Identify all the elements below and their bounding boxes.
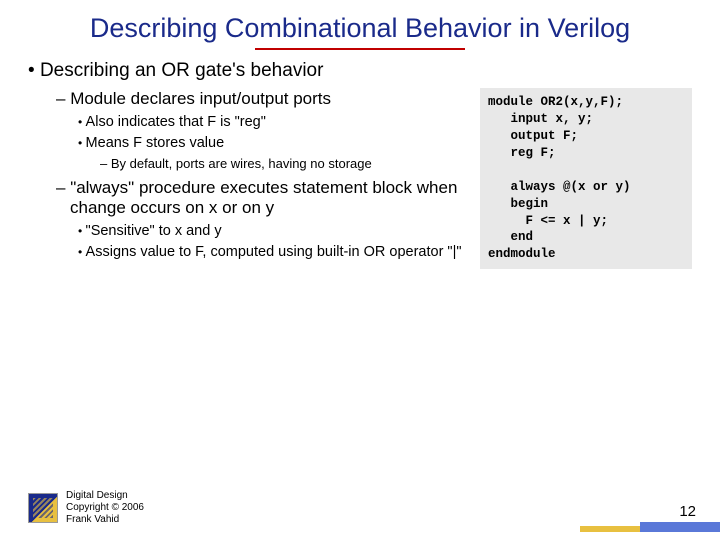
bullet-level2: "always" procedure executes statement bl… <box>56 178 462 219</box>
bullet-level4: By default, ports are wires, having no s… <box>100 156 462 172</box>
footer: Digital Design Copyright © 2006 Frank Va… <box>28 490 144 526</box>
footer-line: Copyright © 2006 <box>66 502 144 514</box>
decoration-bar <box>580 526 640 532</box>
content-area: Describing an OR gate's behavior Module … <box>0 60 720 269</box>
footer-line: Frank Vahid <box>66 514 144 526</box>
slide-title: Describing Combinational Behavior in Ver… <box>0 0 720 46</box>
bullet-level3: "Sensitive" to x and y <box>78 223 462 240</box>
verilog-code-block: module OR2(x,y,F); input x, y; output F;… <box>480 88 692 269</box>
footer-line: Digital Design <box>66 490 144 502</box>
footer-text: Digital Design Copyright © 2006 Frank Va… <box>66 490 144 526</box>
bullet-column: Describing an OR gate's behavior Module … <box>28 60 472 269</box>
bullet-level2: Module declares input/output ports <box>56 89 462 109</box>
decoration-bar <box>640 522 720 532</box>
bullet-level3: Means F stores value <box>78 135 462 152</box>
bullet-level3: Also indicates that F is "reg" <box>78 114 462 131</box>
code-column: module OR2(x,y,F); input x, y; output F;… <box>472 60 692 269</box>
bullet-level3: Assigns value to F, computed using built… <box>78 244 462 261</box>
bullet-level1: Describing an OR gate's behavior <box>28 60 462 83</box>
title-underline <box>255 48 465 50</box>
book-logo-icon <box>28 493 58 523</box>
page-number: 12 <box>679 503 696 520</box>
